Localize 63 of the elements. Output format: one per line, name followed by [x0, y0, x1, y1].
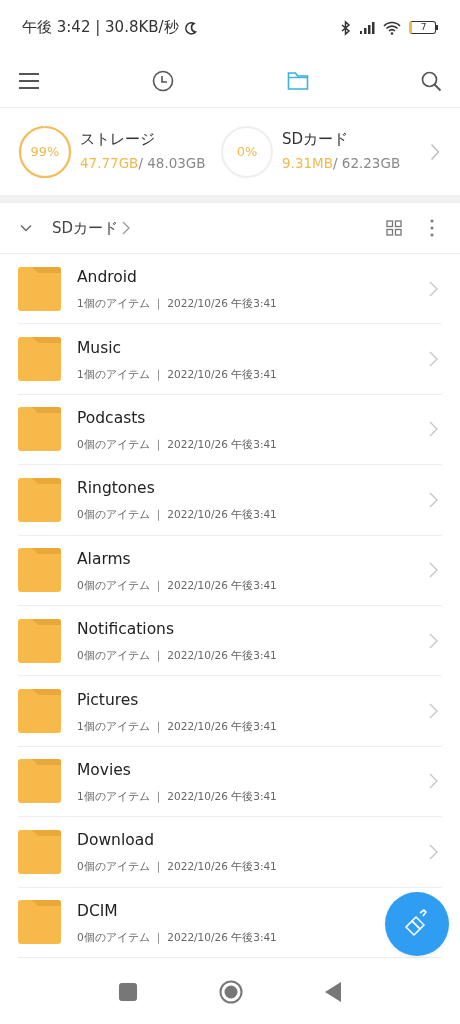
chevron-icon	[429, 843, 438, 860]
folder-name: Ringtones	[77, 478, 156, 499]
folder-icon	[18, 477, 61, 522]
storage-label: ストレージ	[80, 129, 156, 150]
folder-details: 0個のアイテム ｜ 2022/10/26 午後3:41	[77, 577, 278, 592]
folder-name: Alarms	[77, 548, 132, 569]
folder-name: Download	[77, 830, 156, 851]
used-space: 47.77GB	[80, 154, 139, 174]
usage-percent: 99%	[29, 142, 61, 161]
grid-view-button[interactable]	[384, 218, 404, 238]
chevron-icon	[429, 421, 438, 438]
chevron-icon	[429, 280, 438, 297]
folder-icon	[18, 759, 61, 804]
moon-icon	[182, 19, 199, 36]
storage-label: SDカード	[282, 129, 350, 150]
folder-details: 0個のアイテム ｜ 2022/10/26 午後3:41	[77, 507, 278, 522]
wifi-icon	[383, 20, 401, 35]
home-button[interactable]	[219, 980, 243, 1004]
chevron-icon	[429, 491, 438, 508]
usage-ring	[18, 124, 72, 179]
folder-name: Podcasts	[77, 407, 147, 428]
folder-name: Movies	[77, 759, 132, 780]
folder-icon	[18, 618, 61, 663]
chevron-icon	[429, 562, 438, 579]
bluetooth-icon	[341, 19, 351, 36]
battery-icon: 7	[409, 21, 438, 34]
chevron-icon	[122, 221, 131, 235]
folder-icon	[18, 266, 61, 311]
usage-percent: 0%	[235, 142, 259, 161]
chevron-icon	[429, 632, 438, 649]
menu-button[interactable]	[16, 70, 42, 92]
chevron-icon	[429, 351, 438, 368]
collapse-button[interactable]	[18, 222, 34, 234]
folder-name: Notifications	[77, 619, 175, 640]
clean-button[interactable]	[385, 892, 449, 956]
folder-icon	[18, 829, 61, 874]
status-time: 午後 3:42 | 30.8KB/秒	[22, 17, 179, 39]
back-button[interactable]	[325, 982, 341, 1002]
chevron-icon	[429, 773, 438, 790]
folder-icon	[18, 337, 61, 382]
folder-name: DCIM	[77, 900, 119, 921]
folder-details: 1個のアイテム ｜ 2022/10/26 午後3:41	[77, 788, 278, 803]
folder-details: 1個のアイテム ｜ 2022/10/26 午後3:41	[77, 718, 278, 733]
folder-details: 0個のアイテム ｜ 2022/10/26 午後3:41	[77, 436, 278, 451]
total-space: / 48.03GB	[138, 154, 206, 174]
folder-icon	[18, 407, 61, 452]
chevron-icon	[429, 703, 438, 720]
folder-icon	[18, 900, 61, 945]
folder-icon	[18, 548, 61, 593]
used-space: 9.31MB	[282, 154, 333, 174]
folder-name: Android	[77, 267, 138, 288]
folder-details: 0個のアイテム ｜ 2022/10/26 午後3:41	[77, 859, 278, 874]
folder-icon	[18, 689, 61, 734]
folder-details: 1個のアイテム ｜ 2022/10/26 午後3:41	[77, 366, 278, 381]
total-space: / 62.23GB	[332, 154, 401, 174]
folder-details: 1個のアイテム ｜ 2022/10/26 午後3:41	[77, 296, 278, 311]
more-button[interactable]	[428, 217, 436, 239]
signal-icon	[359, 21, 375, 34]
folder-name: Pictures	[77, 689, 140, 710]
folder-details: 0個のアイテム ｜ 2022/10/26 午後3:41	[77, 929, 278, 944]
breadcrumb-link[interactable]: SDカード	[50, 216, 133, 240]
folder-details: 0個のアイテム ｜ 2022/10/26 午後3:41	[77, 648, 278, 663]
folder-name: Music	[77, 337, 123, 358]
